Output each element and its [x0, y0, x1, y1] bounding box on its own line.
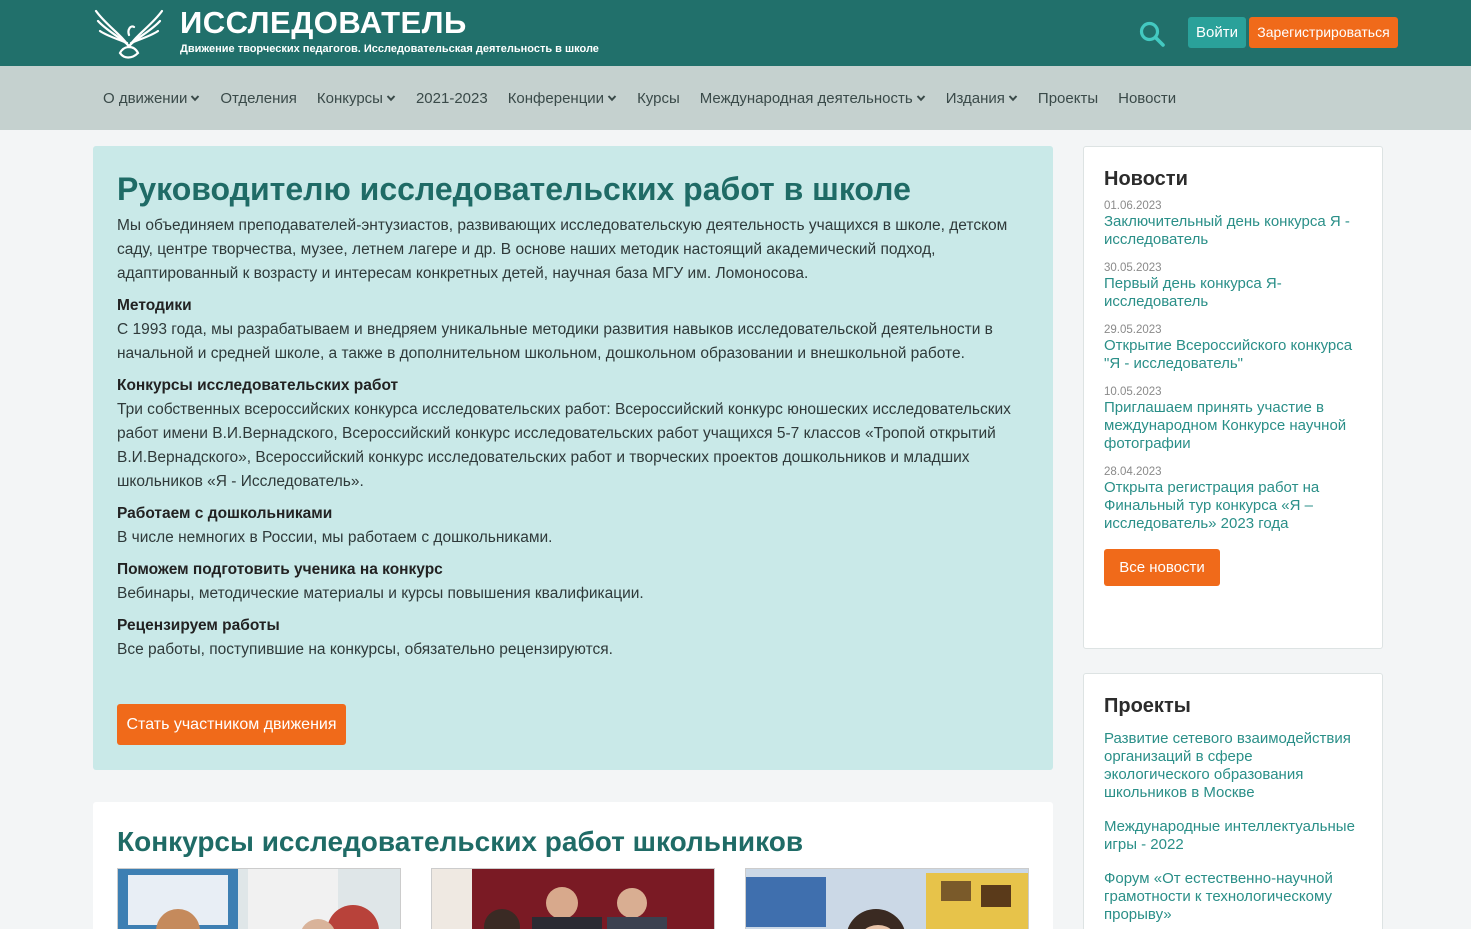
news-item: 29.05.2023 Открытие Всероссийского конкур…	[1104, 323, 1362, 373]
contest-photo-2[interactable]	[431, 868, 715, 929]
section-title: Работаем с дошкольниками	[117, 505, 333, 522]
site-title: ИССЛЕДОВАТЕЛЬ	[180, 5, 467, 40]
chevron-down-icon	[386, 95, 396, 102]
nav-item-label: Отделения	[220, 89, 297, 107]
login-button[interactable]: Войти	[1188, 17, 1246, 48]
section-title: Поможем подготовить ученика на конкурс	[117, 561, 443, 578]
intro-sections: Методики С 1993 года, мы разрабатываем и …	[117, 294, 1029, 662]
nav-item-9[interactable]: Новости	[1108, 90, 1186, 107]
projects-title: Проекты	[1104, 695, 1191, 717]
section-title: Рецензируем работы	[117, 617, 280, 634]
news-title: Новости	[1104, 168, 1188, 190]
news-link[interactable]: Открытие Всероссийского конкурса "Я - ис…	[1104, 337, 1362, 373]
intro-title: Руководителю исследовательских работ в ш…	[117, 171, 911, 207]
nav-item-label: Новости	[1118, 89, 1177, 107]
news-date: 10.05.2023	[1104, 386, 1162, 398]
news-list: 01.06.2023 Заключительный день конкурса Я…	[1104, 199, 1362, 533]
nav-item-3[interactable]: 2021-2023	[406, 90, 498, 107]
nav-item-5[interactable]: Курсы	[627, 90, 690, 107]
section-text: В числе немногих в России, мы работаем с…	[117, 529, 553, 546]
news-link[interactable]: Открыта регистрация работ на Финальный т…	[1104, 479, 1362, 533]
nav-item-label: Проекты	[1037, 89, 1099, 107]
contest-photo-1[interactable]	[117, 868, 401, 929]
news-item: 28.04.2023 Открыта регистрация работ на Ф…	[1104, 465, 1362, 533]
nav-item-4[interactable]: Конференции	[498, 90, 627, 107]
chevron-down-icon	[1008, 95, 1018, 102]
search-icon[interactable]	[1138, 20, 1166, 48]
nav-item-label: Конференции	[507, 89, 605, 107]
nav-item-label: Международная деятельность	[699, 89, 913, 107]
contest-photo-3[interactable]	[745, 868, 1029, 929]
nav-item-2[interactable]: Конкурсы	[307, 90, 406, 107]
project-link[interactable]: Международные интеллектуальные игры - 20…	[1104, 818, 1362, 854]
section-title: Методики	[117, 297, 192, 314]
dove-logo-icon	[94, 9, 164, 59]
news-item: 10.05.2023 Приглашаем принять участие в м…	[1104, 385, 1362, 453]
section-text: С 1993 года, мы разрабатываем и внедряем…	[117, 321, 993, 362]
projects-widget: Проекты Развитие сетевого взаимодействия…	[1083, 673, 1383, 929]
project-link[interactable]: Развитие сетевого взаимодействия организ…	[1104, 730, 1362, 802]
register-button[interactable]: Зарегистрироваться	[1249, 17, 1398, 48]
site-subtitle: Движение творческих педагогов. Исследова…	[180, 43, 599, 55]
contests-title: Конкурсы исследовательских работ школьни…	[117, 826, 804, 857]
chevron-down-icon	[191, 95, 200, 102]
nav-list: О движении Отделения Конкурсы 2021-2023 Конф…	[93, 66, 1186, 130]
news-item: 30.05.2023 Первый день конкурса Я-исследо…	[1104, 261, 1362, 311]
nav-item-label: Конкурсы	[316, 89, 383, 107]
main-nav: О движении Отделения Конкурсы 2021-2023 Конф…	[0, 66, 1471, 130]
section-title: Конкурсы исследовательских работ	[117, 377, 399, 394]
news-widget: Новости 01.06.2023 Заключительный день ко…	[1083, 146, 1383, 649]
section-text: Вебинары, методические материалы и курсы…	[117, 585, 644, 602]
nav-item-8[interactable]: Проекты	[1028, 90, 1108, 107]
join-movement-button[interactable]: Стать участником движения	[117, 704, 346, 745]
nav-item-label: Курсы	[637, 89, 680, 107]
chevron-down-icon	[916, 95, 925, 102]
section-text: Все работы, поступившие на конкурсы, обя…	[117, 641, 613, 658]
projects-list: Развитие сетевого взаимодействия организ…	[1104, 730, 1362, 924]
nav-item-6[interactable]: Международная деятельность	[690, 90, 936, 107]
nav-item-label: Издания	[945, 89, 1005, 107]
news-date: 28.04.2023	[1104, 466, 1162, 478]
news-link[interactable]: Первый день конкурса Я-исследователь	[1104, 275, 1362, 311]
intro-text: Мы объединяем преподавателей-энтузиастов…	[117, 217, 1008, 282]
news-link[interactable]: Приглашаем принять участие в международн…	[1104, 399, 1362, 453]
all-news-button[interactable]: Все новости	[1104, 549, 1220, 586]
news-item: 01.06.2023 Заключительный день конкурса Я…	[1104, 199, 1362, 249]
intro-card: Руководителю исследовательских работ в ш…	[93, 146, 1053, 770]
contests-card: Конкурсы исследовательских работ школьни…	[93, 802, 1053, 929]
news-link[interactable]: Заключительный день конкурса Я - исследо…	[1104, 213, 1362, 249]
nav-item-0[interactable]: О движении	[93, 90, 210, 107]
nav-item-label: О движении	[103, 89, 188, 107]
site-header: ИССЛЕДОВАТЕЛЬ Движение творческих педаго…	[0, 0, 1471, 66]
project-link[interactable]: Форум «От естественно-научной грамотност…	[1104, 870, 1362, 924]
section-text: Три собственных всероссийских конкурса и…	[117, 401, 1011, 490]
logo[interactable]: ИССЛЕДОВАТЕЛЬ Движение творческих педаго…	[92, 5, 599, 61]
news-date: 30.05.2023	[1104, 262, 1162, 274]
chevron-down-icon	[607, 95, 617, 102]
nav-item-7[interactable]: Издания	[936, 90, 1028, 107]
nav-item-label: 2021-2023	[415, 89, 488, 107]
news-date: 29.05.2023	[1104, 324, 1162, 336]
news-date: 01.06.2023	[1104, 200, 1162, 212]
nav-item-1[interactable]: Отделения	[210, 90, 307, 107]
